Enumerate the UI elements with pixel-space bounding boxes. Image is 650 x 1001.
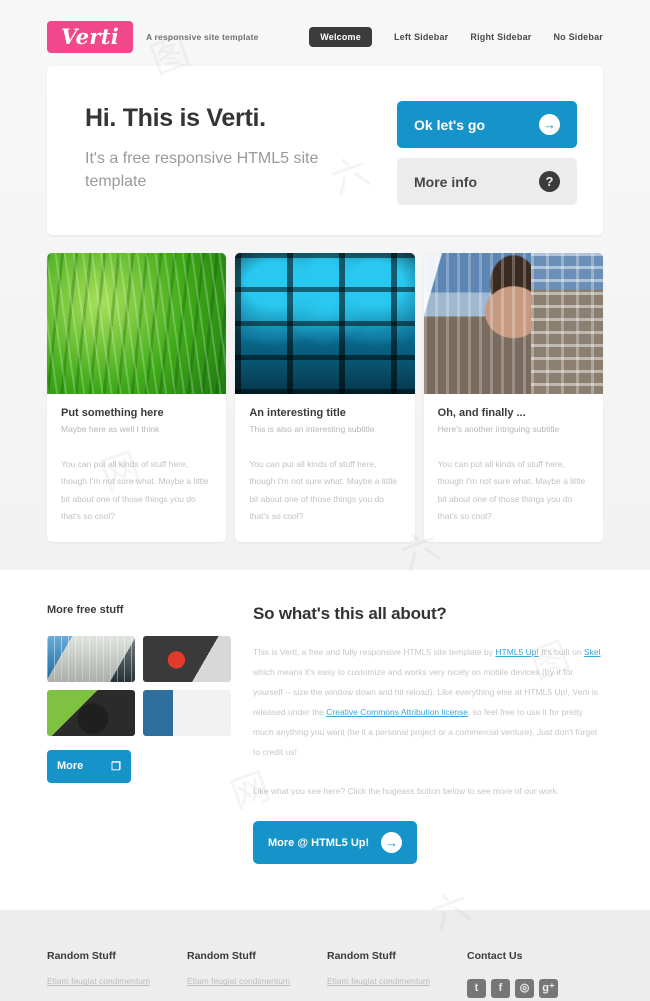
hero-banner: Hi. This is Verti. It's a free responsiv… — [47, 66, 603, 235]
footer-contact-column: Contact Us t f ◎ g⁺ 1234 Fictional Road … — [467, 950, 603, 1001]
about-title: So what's this all about? — [253, 603, 447, 623]
feature-body: An interesting title This is also an int… — [235, 394, 414, 526]
about-paragraph-2: Like what you see here? Click the hugeas… — [253, 785, 560, 796]
site-tagline: A responsive site template — [145, 32, 259, 42]
question-mark-icon: ? — [539, 171, 560, 192]
social-links: t f ◎ g⁺ — [467, 979, 603, 999]
sidebar-more-free-stuff: More free stuff More ❐ — [47, 604, 231, 865]
feature-boxes: Put something here Maybe here as well I … — [47, 253, 603, 542]
about-paragraph-1: This is Verti, a free and fully responsi… — [253, 643, 603, 763]
creative-commons-link[interactable]: Creative Commons Attribution license — [326, 707, 468, 717]
ok-lets-go-label: Ok let's go — [414, 116, 486, 133]
more-info-button[interactable]: More info ? — [397, 158, 577, 205]
feature-box[interactable]: Oh, and finally ... Here's another intri… — [423, 253, 603, 542]
thumbnail-grid — [47, 635, 231, 736]
feature-body: Oh, and finally ... Here's another intri… — [424, 394, 603, 526]
site-footer: Random Stuff Etiam feugiat condimentum A… — [0, 910, 650, 1001]
hero-buttons: Ok let's go → More info ? — [397, 98, 577, 205]
more-at-html5up-button[interactable]: More @ HTML5 Up! → — [253, 821, 418, 865]
blue-tablet-template-thumb[interactable] — [47, 635, 135, 682]
feature-description: You can put all kinds of stuff here, tho… — [249, 459, 397, 522]
feature-subtitle: Here's another intriguing subtitle — [437, 424, 560, 434]
nav-item-right-sidebar[interactable]: Right Sidebar — [470, 32, 531, 42]
footer-column-3: Random Stuff Etiam feugiat condimentum A… — [327, 950, 467, 1001]
about-content: So what's this all about? This is Verti,… — [253, 604, 603, 865]
nav-item-no-sidebar[interactable]: No Sidebar — [553, 32, 603, 42]
more-at-html5up-label: More @ HTML5 Up! — [268, 836, 370, 849]
green-tablet-template-thumb[interactable] — [47, 689, 135, 736]
footer-column-2: Random Stuff Etiam feugiat condimentum A… — [187, 950, 327, 1001]
feature-title: Put something here — [61, 407, 164, 419]
nav-item-welcome[interactable]: Welcome — [309, 27, 372, 47]
hero-text-block: Hi. This is Verti. It's a free responsiv… — [85, 98, 397, 193]
nav-item-left-sidebar[interactable]: Left Sidebar — [394, 32, 448, 42]
more-button-label: More — [57, 760, 84, 773]
feature-body: Put something here Maybe here as well I … — [47, 394, 226, 526]
blue-server-photo — [235, 253, 415, 394]
feature-subtitle: This is also an interesting subtitle — [249, 424, 375, 434]
arrow-right-icon: → — [381, 832, 403, 854]
footer-column-title: Random Stuff — [327, 950, 396, 963]
twitter-icon[interactable]: t — [467, 979, 486, 999]
feature-description: You can put all kinds of stuff here, tho… — [437, 459, 586, 522]
more-info-label: More info — [414, 173, 477, 190]
contact-title: Contact Us — [467, 950, 523, 963]
footer-column-1: Random Stuff Etiam feugiat condimentum A… — [47, 950, 187, 1001]
skel-link[interactable]: Skel — [584, 647, 601, 657]
ok-lets-go-button[interactable]: Ok let's go → — [397, 101, 577, 148]
feature-box[interactable]: An interesting title This is also an int… — [235, 253, 415, 542]
feature-title: Oh, and finally ... — [437, 407, 526, 419]
feature-title: An interesting title — [249, 407, 346, 419]
feature-description: You can put all kinds of stuff here, tho… — [61, 459, 209, 522]
woman-city-photo — [423, 253, 603, 394]
footer-link[interactable]: Etiam feugiat condimentum — [187, 976, 327, 986]
dribbble-icon[interactable]: ◎ — [515, 979, 534, 999]
footer-column-title: Random Stuff — [187, 950, 256, 963]
main-content-section: More free stuff More ❐ So what's this al… — [0, 569, 650, 911]
grass-photo — [47, 253, 227, 394]
sidebar-title: More free stuff — [47, 603, 124, 616]
hero-title: Hi. This is Verti. — [85, 104, 266, 132]
footer-link[interactable]: Etiam feugiat condimentum — [327, 976, 467, 986]
about-text-segment: This is Verti, a free and fully responsi… — [253, 646, 496, 657]
blue-magazine-template-thumb[interactable] — [143, 689, 231, 736]
about-text-segment: It's built on — [538, 646, 584, 657]
feature-subtitle: Maybe here as well I think — [61, 424, 160, 434]
footer-column-title: Random Stuff — [47, 950, 116, 963]
site-header: Verti A responsive site template Welcome… — [47, 0, 603, 56]
dark-red-button-template-thumb[interactable] — [143, 635, 231, 682]
hero-subtitle: It's a free responsive HTML5 site templa… — [85, 150, 319, 191]
googleplus-icon[interactable]: g⁺ — [539, 979, 558, 999]
footer-link[interactable]: Etiam feugiat condimentum — [47, 976, 187, 986]
html5up-link[interactable]: HTML5 Up! — [495, 647, 538, 657]
arrow-right-icon: → — [539, 114, 560, 135]
more-button[interactable]: More ❐ — [47, 749, 131, 783]
copy-pages-icon: ❐ — [111, 760, 121, 773]
site-logo[interactable]: Verti — [47, 21, 133, 53]
feature-box[interactable]: Put something here Maybe here as well I … — [47, 253, 227, 542]
facebook-icon[interactable]: f — [491, 979, 510, 999]
main-navigation: Welcome Left Sidebar Right Sidebar No Si… — [309, 27, 603, 47]
